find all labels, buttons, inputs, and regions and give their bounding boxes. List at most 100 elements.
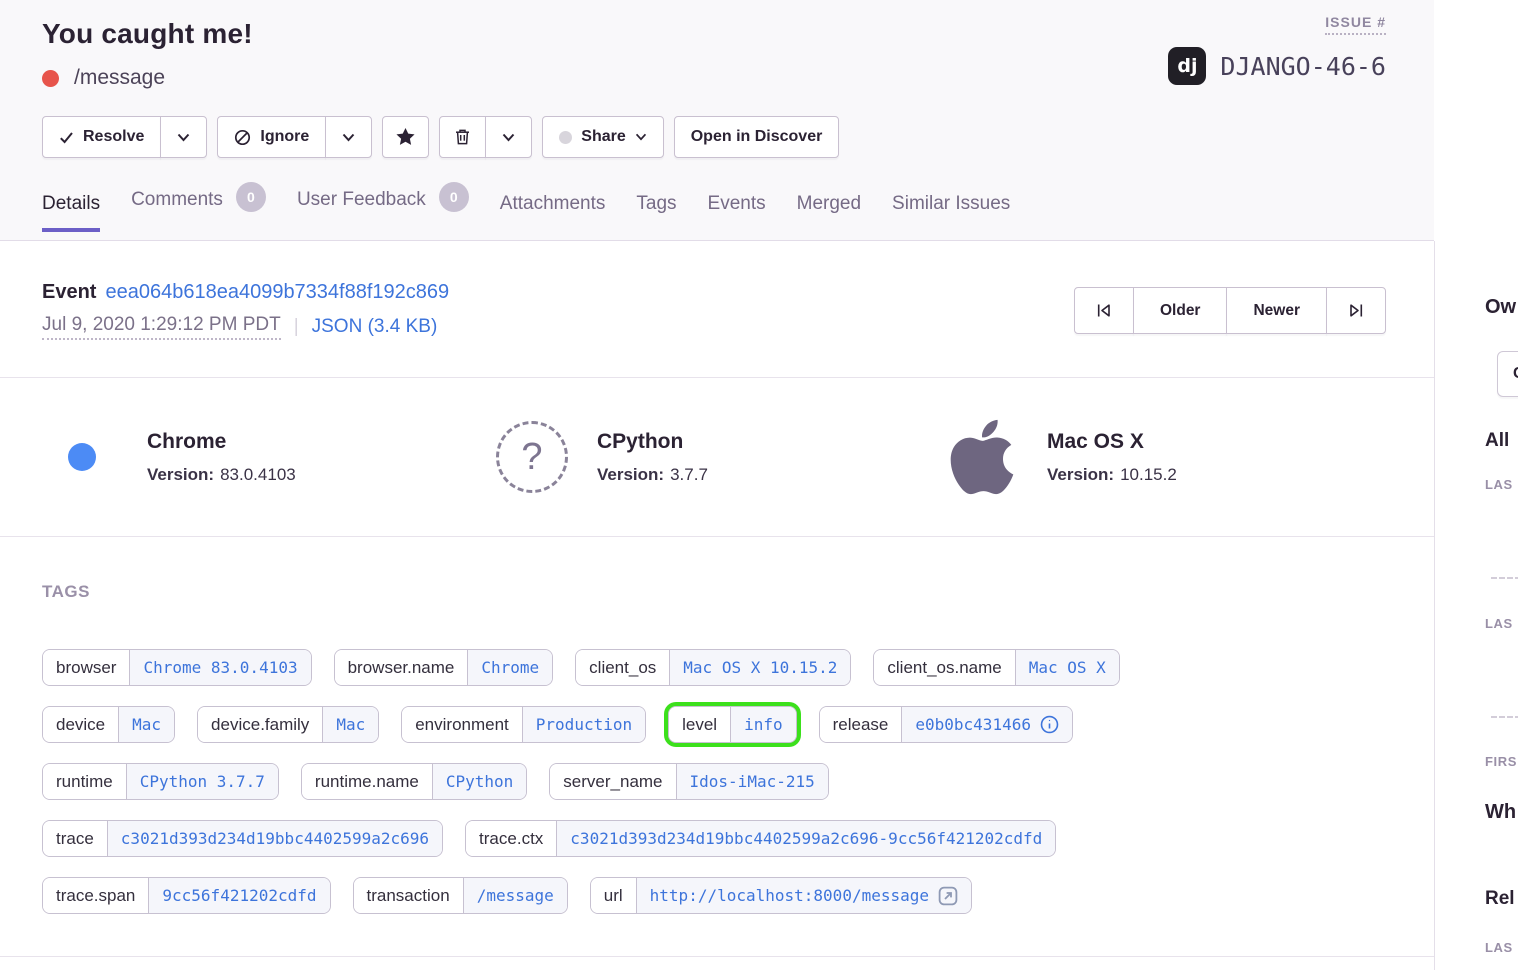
tab-badge: 0 xyxy=(236,182,266,212)
event-id-link[interactable]: eea064b618ea4099b7334f88f192c869 xyxy=(105,281,449,303)
external-link-icon xyxy=(938,886,958,906)
newest-event-button[interactable] xyxy=(1326,287,1386,334)
version-value: 10.15.2 xyxy=(1120,465,1177,484)
share-button[interactable]: Share xyxy=(542,116,663,158)
tag-pill-server_name[interactable]: server_nameIdos-iMac-215 xyxy=(549,763,828,800)
tag-key: runtime.name xyxy=(302,764,432,799)
version-label: Version: xyxy=(147,465,214,484)
chrome-icon xyxy=(42,417,122,497)
tag-pill-device.family[interactable]: device.familyMac xyxy=(197,706,379,743)
context-icon-wrap xyxy=(942,417,1022,497)
sidebar-assignee-button[interactable]: C xyxy=(1497,351,1518,397)
sidebar-last-seen-label-3: LAS xyxy=(1485,940,1513,955)
tag-key: browser xyxy=(43,650,129,685)
tag-pill-environment[interactable]: environmentProduction xyxy=(401,706,646,743)
event-contexts: ChromeVersion:83.0.4103CPythonVersion:3.… xyxy=(0,378,1434,537)
delete-dropdown-button[interactable] xyxy=(485,116,532,158)
delete-button[interactable] xyxy=(439,116,486,158)
resolve-dropdown-button[interactable] xyxy=(160,116,207,158)
oldest-event-button[interactable] xyxy=(1074,287,1134,334)
tag-value-text: Mac xyxy=(132,715,161,734)
tag-pill-level[interactable]: levelinfo xyxy=(668,706,797,743)
tag-value: 9cc56f421202cdfd xyxy=(148,878,329,913)
tag-row: browser Chrome 83.0.4103 browser.name Chrom… xyxy=(42,649,1392,686)
tab-attachments[interactable]: Attachments xyxy=(500,193,606,231)
tag-pill-client_os[interactable]: client_osMac OS X 10.15.2 xyxy=(575,649,851,686)
open-in-discover-button[interactable]: Open in Discover xyxy=(674,116,840,158)
tab-label: Merged xyxy=(797,193,861,215)
tab-user-feedback[interactable]: User Feedback0 xyxy=(297,185,469,231)
tag-key: runtime xyxy=(43,764,126,799)
chevron-down-icon xyxy=(342,133,355,142)
tag-key: client_os xyxy=(576,650,669,685)
resolve-button[interactable]: Resolve xyxy=(42,116,161,158)
tab-merged[interactable]: Merged xyxy=(797,193,861,231)
context-text: Mac OS X Version:10.15.2 xyxy=(1047,430,1177,485)
tag-pill-trace.span[interactable]: trace.span9cc56f421202cdfd xyxy=(42,877,331,914)
event-toolbar: Event eea064b618ea4099b7334f88f192c869 Ju… xyxy=(0,241,1434,378)
tag-pill-release[interactable]: releasee0b0bc431466 xyxy=(819,706,1073,743)
tag-pill-runtime.name[interactable]: runtime.name CPython xyxy=(301,763,527,800)
tab-details[interactable]: Details xyxy=(42,193,100,231)
json-download-link[interactable]: JSON (3.4 KB) xyxy=(312,316,438,338)
tag-pill-device[interactable]: deviceMac xyxy=(42,706,175,743)
tag-value-text: Chrome 83.0.4103 xyxy=(143,658,297,677)
share-status-dot-icon xyxy=(559,131,572,144)
chevron-down-icon xyxy=(502,133,515,142)
tag-value: Mac OS X xyxy=(1015,650,1119,685)
tag-pill-client_os.name[interactable]: client_os.nameMac OS X xyxy=(873,649,1119,686)
tag-row: deviceMac device.familyMac environmentProd… xyxy=(42,706,1392,743)
issue-short-id: DJANGO-46-6 xyxy=(1220,52,1386,81)
star-icon xyxy=(395,127,416,147)
tab-similar-issues[interactable]: Similar Issues xyxy=(892,193,1010,231)
bookmark-star-button[interactable] xyxy=(382,116,429,158)
tag-value-text: CPython xyxy=(446,772,513,791)
context-name: Mac OS X xyxy=(1047,430,1177,454)
tag-value-text: c3021d393d234d19bbc4402599a2c696-9cc56f4… xyxy=(570,829,1042,848)
event-sub-line: Jul 9, 2020 1:29:12 PM PDT | JSON (3.4 K… xyxy=(42,314,449,340)
ignore-dropdown-button[interactable] xyxy=(325,116,372,158)
tab-comments[interactable]: Comments 0 xyxy=(131,185,266,231)
tag-value: http://localhost:8000/message xyxy=(636,878,971,913)
trash-icon xyxy=(454,128,471,146)
tag-row: trace.span9cc56f421202cdfd transaction/me… xyxy=(42,877,1392,914)
tag-value-text: /message xyxy=(477,886,554,905)
tag-key: release xyxy=(820,707,902,742)
tags-section: TAGS browserChrome 83.0.4103browser.name… xyxy=(0,537,1434,957)
tag-pill-url[interactable]: urlhttp://localhost:8000/message xyxy=(590,877,972,914)
tag-pill-browser[interactable]: browser Chrome 83.0.4103 xyxy=(42,649,312,686)
tag-value: /message xyxy=(463,878,567,913)
tag-value-text: Production xyxy=(536,715,632,734)
tag-key: trace.ctx xyxy=(466,821,556,856)
tag-pill-runtime[interactable]: runtimeCPython 3.7.7 xyxy=(42,763,279,800)
newer-event-button[interactable]: Newer xyxy=(1226,287,1327,334)
context-name: CPython xyxy=(597,430,708,454)
tag-value: Idos-iMac-215 xyxy=(676,764,828,799)
tag-pill-trace[interactable]: tracec3021d393d234d19bbc4402599a2c696 xyxy=(42,820,443,857)
check-icon xyxy=(59,130,74,145)
tab-tags[interactable]: Tags xyxy=(636,193,676,231)
issue-number-block: ISSUE # dj DJANGO-46-6 xyxy=(1168,14,1386,85)
tab-events[interactable]: Events xyxy=(708,193,766,231)
tag-value-text: 9cc56f421202cdfd xyxy=(162,886,316,905)
event-timestamp: Jul 9, 2020 1:29:12 PM PDT xyxy=(42,314,281,340)
context-version: Version:10.15.2 xyxy=(1047,465,1177,485)
skip-to-oldest-icon xyxy=(1095,302,1113,319)
tag-value-text: Chrome xyxy=(481,658,539,677)
tag-pill-browser.name[interactable]: browser.name Chrome xyxy=(334,649,554,686)
main-column: You caught me! /message ISSUE # dj DJANG… xyxy=(0,0,1434,957)
tag-key: browser.name xyxy=(335,650,468,685)
tag-rows: browser Chrome 83.0.4103 browser.name Chrom… xyxy=(42,649,1392,914)
tag-value: Chrome xyxy=(467,650,552,685)
tab-label: Similar Issues xyxy=(892,193,1010,215)
tag-pill-trace.ctx[interactable]: trace.ctx c3021d393d234d19bbc4402599a2c69… xyxy=(465,820,1056,857)
context-item-mac-os-x: Mac OS X Version:10.15.2 xyxy=(942,417,1392,497)
version-value: 83.0.4103 xyxy=(220,465,296,484)
event-label: Event xyxy=(42,281,96,303)
older-event-button[interactable]: Older xyxy=(1133,287,1227,334)
ignore-button[interactable]: Ignore xyxy=(217,116,326,158)
tab-label: Comments xyxy=(131,189,223,211)
sidebar-owner-label: Ow xyxy=(1485,296,1516,319)
tag-pill-transaction[interactable]: transaction/message xyxy=(353,877,568,914)
chevron-down-icon xyxy=(635,133,647,141)
